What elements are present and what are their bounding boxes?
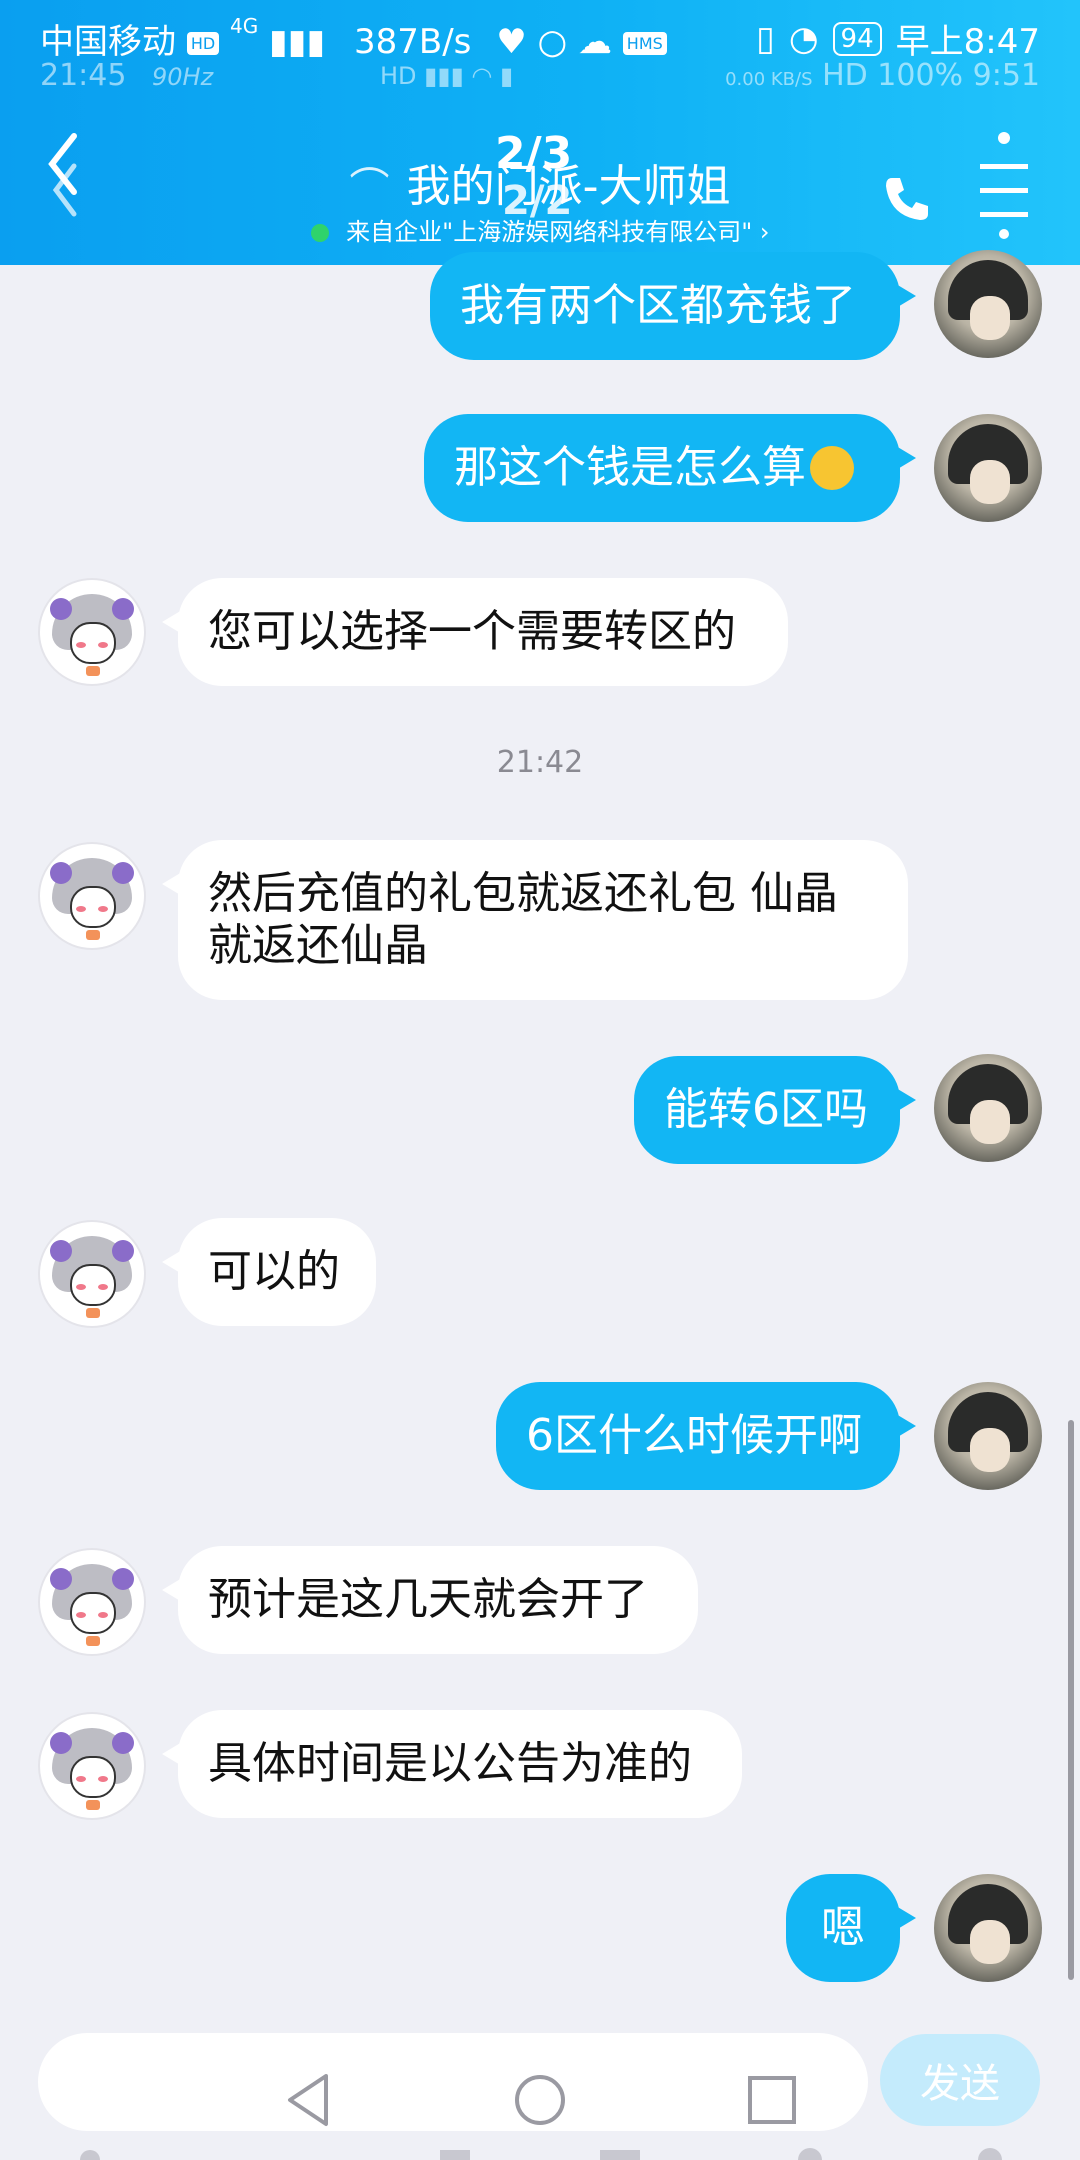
ghost-toolbar-icons [80, 2148, 1002, 2160]
message-text: 然后充值的礼包就返还礼包 仙晶就返还仙晶 [208, 868, 838, 971]
status-bar-right: ▯ ◔ 94 早上8:47 [756, 14, 1040, 63]
hd-badge: HD [186, 32, 220, 55]
agent-avatar[interactable] [38, 1548, 146, 1656]
scrollbar[interactable] [1068, 1420, 1074, 1980]
message-text: 那这个钱是怎么算 [454, 442, 806, 493]
net-speed: 387B/s [353, 22, 472, 62]
ghost-status-right: 0.00 KB/S HD 100% 9:51 [725, 58, 1040, 93]
chat-header: 中国移动 HD 4G ▮▮▮ 387B/s ♥ ○ ☁ HMS ▯ ◔ 94 早… [0, 0, 1080, 265]
my-avatar[interactable] [934, 1874, 1042, 1982]
message-bubble-outgoing[interactable]: 我有两个区都充钱了 [430, 252, 916, 360]
settings-menu-icon[interactable] [976, 130, 1032, 240]
nav-recent-apps-icon[interactable] [742, 2070, 802, 2130]
hms-badge: HMS [622, 32, 667, 55]
my-avatar[interactable] [934, 1054, 1042, 1162]
my-avatar[interactable] [934, 250, 1042, 358]
ghost-hd: HD [822, 58, 868, 93]
signal-icon: ▮▮▮ [269, 22, 326, 62]
message-text: 嗯 [821, 1902, 865, 1953]
message-bubble-outgoing[interactable]: 6区什么时候开啊 [496, 1382, 916, 1490]
agent-avatar[interactable] [38, 1220, 146, 1328]
message-bubble-incoming[interactable]: 可以的 [162, 1218, 376, 1326]
my-avatar[interactable] [934, 1382, 1042, 1490]
circle-icon: ○ [537, 22, 568, 62]
ear-icon: ⌒ [349, 165, 390, 211]
timestamp: 21:42 [496, 745, 584, 780]
ghost-status-center: HD ▮▮▮ ◠ ▮ [380, 62, 514, 90]
message-text: 您可以选择一个需要转区的 [208, 606, 736, 657]
ghost-battery: 100% [877, 58, 964, 93]
message-text: 具体时间是以公告为准的 [208, 1738, 692, 1789]
network-label: 4G [229, 14, 259, 38]
phone-icon[interactable] [880, 172, 934, 226]
message-bubble-outgoing[interactable]: 能转6区吗 [634, 1056, 916, 1164]
agent-avatar[interactable] [38, 842, 146, 950]
online-dot-icon [310, 224, 329, 242]
vibrate-icon: ▯ [756, 18, 775, 59]
message-text: 能转6区吗 [664, 1084, 868, 1135]
agent-avatar[interactable] [38, 578, 146, 686]
message-bubble-incoming[interactable]: 然后充值的礼包就返还礼包 仙晶就返还仙晶 [162, 840, 908, 1000]
agent-avatar[interactable] [38, 1712, 146, 1820]
ghost-speed: 0.00 KB/S [725, 69, 813, 90]
chat-title[interactable]: 我的门派-大师姐 [407, 161, 731, 212]
speedometer-icon: ◔ [788, 18, 819, 59]
message-text: 6区什么时候开啊 [526, 1410, 862, 1461]
clock: 早上8:47 [895, 22, 1040, 62]
ghost-hz: 90Hz [152, 63, 214, 91]
ghost-clock: 9:51 [972, 58, 1040, 93]
message-text: 预计是这几天就会开了 [208, 1574, 648, 1625]
message-bubble-incoming[interactable]: 您可以选择一个需要转区的 [162, 578, 788, 686]
message-bubble-outgoing[interactable]: 嗯 [786, 1874, 916, 1982]
send-button[interactable]: 发送 [880, 2034, 1040, 2126]
nav-back-icon[interactable] [280, 2070, 340, 2130]
nav-home-icon[interactable] [510, 2070, 570, 2130]
status-bar-left: 中国移动 HD 4G ▮▮▮ 387B/s ♥ ○ ☁ HMS [40, 14, 667, 63]
sneezing-face-icon [810, 446, 854, 490]
enterprise-label: 来自企业"上海游娱网络科技有限公司" › [346, 218, 770, 246]
my-avatar[interactable] [934, 414, 1042, 522]
message-text: 我有两个区都充钱了 [460, 280, 856, 331]
heart-icon: ♥ [496, 22, 527, 62]
ghost-status-left: 21:45 90Hz [40, 58, 213, 93]
cloud-icon: ☁ [577, 22, 612, 62]
battery-indicator: 94 [832, 21, 882, 56]
ghost-time: 21:45 [40, 58, 127, 93]
message-bubble-outgoing[interactable]: 那这个钱是怎么算 [424, 414, 916, 522]
message-bubble-incoming[interactable]: 具体时间是以公告为准的 [162, 1710, 742, 1818]
carrier-label: 中国移动 [40, 22, 176, 62]
message-text: 可以的 [208, 1246, 340, 1297]
message-bubble-incoming[interactable]: 预计是这几天就会开了 [162, 1546, 698, 1654]
